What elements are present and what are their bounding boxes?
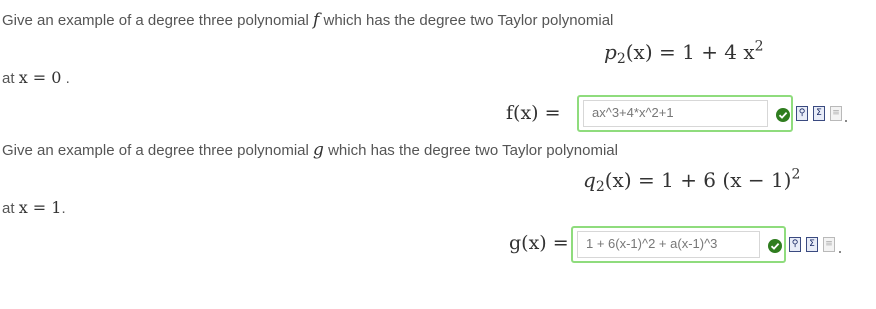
q2-display-equation: q2(x) = 1 + 6 (x − 1)2 — [583, 166, 801, 196]
equation-editor-icon[interactable]: Σ — [813, 106, 825, 121]
q1-lhs-arg: (x) — [625, 40, 653, 64]
q1-display-equation: p2(x) = 1 + 4 x2 — [604, 38, 764, 68]
separator-dot — [845, 120, 847, 122]
equation-editor-icon[interactable]: Σ — [806, 237, 818, 252]
q1-rhs: 1 + 4 x — [682, 40, 755, 64]
q1-answer-box: ax^3+4*x^2+1 — [577, 95, 793, 132]
q2-prompt-pre: Give an example of a degree three polyno… — [2, 142, 309, 159]
q1-answer-label: f(x) = — [506, 102, 561, 124]
q1-at-label: at — [2, 70, 15, 87]
q2-at-expr: x = 1 — [18, 198, 62, 217]
help-doc-icon[interactable]: ≡ — [830, 106, 842, 121]
q2-lhs-arg: (x) — [604, 168, 632, 192]
q1-eq: = — [658, 40, 676, 64]
q2-prompt-post: which has the degree two Taylor polynomi… — [328, 142, 618, 159]
help-doc-icon[interactable]: ≡ — [823, 237, 835, 252]
q2-answer-box: 1 + 6(x-1)^2 + a(x-1)^3 — [571, 226, 786, 263]
correct-check-icon — [776, 108, 790, 122]
q2-at-end: . — [61, 200, 66, 217]
q2-at: at x = 1. — [2, 198, 66, 217]
q1-lhs-base: p — [604, 40, 617, 64]
q1-at-expr: x = 0 — [18, 68, 62, 87]
q2-eq: = — [637, 168, 655, 192]
q2-lhs-sub: 2 — [595, 179, 605, 196]
q2-prompt-var: g — [313, 140, 324, 160]
preview-icon[interactable]: ⚲ — [796, 106, 808, 121]
correct-check-icon — [768, 239, 782, 253]
q2-answer-label: g(x) = — [509, 232, 569, 254]
q1-prompt: Give an example of a degree three polyno… — [2, 10, 613, 30]
q2-rhs-exp: 2 — [791, 166, 801, 183]
q1-lhs-sub: 2 — [616, 51, 626, 68]
q2-at-label: at — [2, 200, 15, 217]
q2-answer-input[interactable]: 1 + 6(x-1)^2 + a(x-1)^3 — [577, 231, 760, 258]
q2-rhs: 1 + 6 (x − 1) — [661, 168, 792, 192]
preview-icon[interactable]: ⚲ — [789, 237, 801, 252]
separator-dot — [839, 251, 841, 253]
q1-prompt-post: which has the degree two Taylor polynomi… — [323, 12, 614, 29]
q1-at: at x = 0 . — [2, 68, 70, 87]
q2-lhs-base: q — [583, 168, 596, 192]
q1-prompt-var: f — [313, 10, 320, 30]
q1-answer-input[interactable]: ax^3+4*x^2+1 — [583, 100, 768, 127]
q1-prompt-pre: Give an example of a degree three polyno… — [2, 12, 309, 29]
q1-at-end: . — [65, 70, 70, 87]
q1-rhs-exp: 2 — [754, 38, 764, 55]
q2-prompt: Give an example of a degree three polyno… — [2, 140, 618, 160]
